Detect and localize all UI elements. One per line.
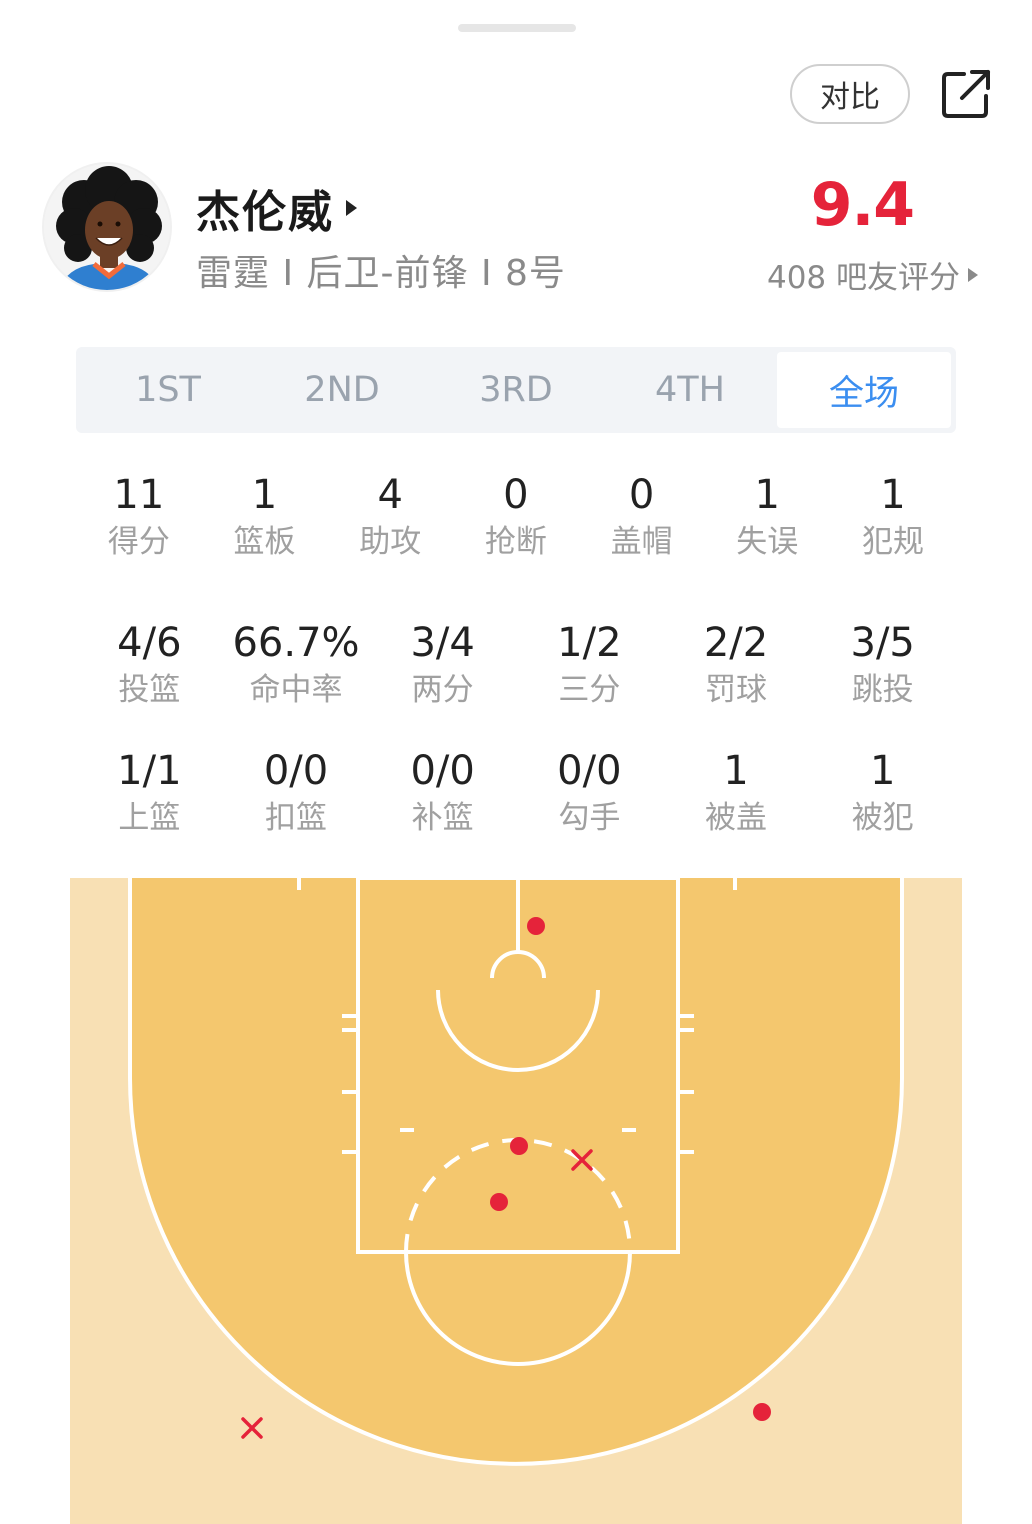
stat-hook: 0/0 勾手	[516, 746, 663, 840]
compare-button[interactable]: 对比	[790, 64, 910, 124]
stat-label: 得分	[107, 524, 170, 560]
stat-value: 1	[754, 472, 780, 518]
stat-label: 扣篮	[265, 800, 327, 836]
stat-label: 罚球	[705, 672, 768, 708]
stat-value: 1	[251, 472, 278, 518]
stat-three-pt: 1/2 三分	[516, 618, 663, 712]
tab-2nd[interactable]: 2ND	[255, 352, 429, 428]
stat-label: 投篮	[118, 672, 181, 708]
stat-value: 1/1	[117, 748, 182, 794]
stat-value: 4	[377, 472, 403, 518]
stat-value: 4/6	[117, 620, 182, 666]
stat-fg: 4/6 投篮	[76, 618, 223, 712]
stat-fouled: 1 被犯	[809, 746, 956, 840]
stat-value: 3/5	[850, 620, 915, 666]
shooting-stats-row: 4/6 投篮 66.7% 命中率 3/4 两分 1/2 三分 2/2 罚球 3/…	[76, 618, 956, 712]
stat-value: 1	[869, 748, 896, 794]
stat-fouls: 1 犯规	[830, 470, 956, 564]
play-arrow-icon	[346, 200, 357, 216]
share-icon[interactable]	[936, 64, 996, 124]
tab-3rd[interactable]: 3RD	[429, 352, 603, 428]
stat-value: 1	[880, 472, 906, 518]
rating-count-link[interactable]: 408 吧友评分	[767, 252, 978, 297]
shot-made-marker	[490, 1193, 508, 1211]
stat-label: 上篮	[118, 800, 181, 836]
stat-label: 被盖	[705, 800, 768, 836]
stat-value: 0/0	[410, 748, 475, 794]
stat-label: 助攻	[359, 524, 422, 560]
tab-1st[interactable]: 1ST	[81, 352, 255, 428]
drag-handle[interactable]	[458, 24, 576, 32]
shot-made-marker	[510, 1137, 528, 1155]
stat-label: 篮板	[233, 524, 296, 560]
stat-label: 命中率	[249, 672, 343, 708]
stat-assists: 4 助攻	[327, 470, 453, 564]
rating-count: 408 吧友评分	[766, 260, 960, 296]
stat-label: 勾手	[558, 800, 621, 836]
basic-stats-row: 11 得分 1 篮板 4 助攻 0 抢断 0 盖帽 1 失误 1 犯规	[76, 470, 956, 564]
tab-full-game[interactable]: 全场	[777, 352, 951, 428]
stat-turnovers: 1 失误	[704, 470, 830, 564]
shot-type-stats-row: 1/1 上篮 0/0 扣篮 0/0 补篮 0/0 勾手 1 被盖 1 被犯	[76, 746, 956, 840]
stat-value: 0/0	[557, 748, 622, 794]
stat-value: 66.7%	[232, 620, 360, 666]
stat-rebounds: 1 篮板	[202, 470, 328, 564]
player-name: 杰伦威	[196, 187, 334, 238]
stat-value: 0	[503, 472, 529, 518]
stat-tip-in: 0/0 补篮	[369, 746, 516, 840]
stat-blocks: 0 盖帽	[579, 470, 705, 564]
play-arrow-icon	[968, 267, 978, 282]
stat-dunk: 0/0 扣篮	[223, 746, 370, 840]
stat-label: 失误	[736, 524, 799, 560]
stat-label: 犯规	[861, 524, 924, 560]
stat-points: 11 得分	[76, 470, 202, 564]
shot-chart-court	[70, 876, 962, 1524]
player-avatar[interactable]	[42, 162, 172, 292]
period-tabs: 1ST 2ND 3RD 4TH 全场	[76, 347, 956, 433]
stat-label: 补篮	[411, 800, 474, 836]
shot-made-marker	[527, 917, 545, 935]
stat-label: 三分	[558, 672, 621, 708]
shot-made-marker	[753, 1403, 771, 1421]
stat-steals: 0 抢断	[453, 470, 579, 564]
stat-value: 0	[628, 472, 655, 518]
stat-two-pt: 3/4 两分	[369, 618, 516, 712]
stat-fg-pct: 66.7% 命中率	[223, 618, 370, 712]
stat-jump-shot: 3/5 跳投	[809, 618, 956, 712]
stat-label: 抢断	[484, 524, 547, 560]
stat-label: 跳投	[851, 672, 914, 708]
rating-score: 9.4	[810, 170, 915, 240]
stat-value: 11	[113, 472, 165, 518]
tab-4th[interactable]: 4TH	[603, 352, 777, 428]
stat-value: 3/4	[410, 620, 475, 666]
stat-label: 两分	[411, 672, 474, 708]
player-name-link[interactable]: 杰伦威	[196, 176, 357, 240]
stat-value: 1	[723, 748, 749, 794]
stat-layup: 1/1 上篮	[76, 746, 223, 840]
stat-value: 1/2	[557, 620, 622, 666]
stat-free-throw: 2/2 罚球	[663, 618, 810, 712]
stat-label: 被犯	[851, 800, 914, 836]
stat-blocked: 1 被盖	[663, 746, 810, 840]
stat-value: 2/2	[703, 620, 769, 666]
stat-label: 盖帽	[610, 524, 673, 560]
stat-value: 0/0	[263, 748, 329, 794]
player-info: 雷霆 I 后卫-前锋 I 8号	[196, 253, 566, 294]
